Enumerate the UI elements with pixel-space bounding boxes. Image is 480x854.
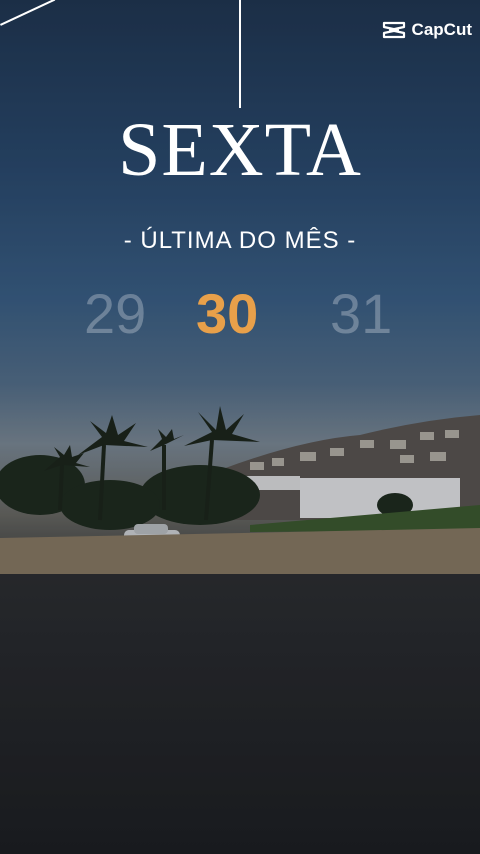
- headline-subtitle: - ÚLTIMA DO MÊS -: [123, 227, 357, 254]
- vertical-divider-line: [239, 0, 241, 108]
- story-canvas: CapCut SEXTA - ÚLTIMA DO MÊS - 29 30 31: [0, 0, 480, 854]
- capcut-logo-text: CapCut: [411, 20, 472, 39]
- capcut-logo-icon: [382, 21, 405, 39]
- date-strip: 29 30 31: [0, 286, 480, 356]
- capcut-logo: CapCut: [382, 20, 472, 40]
- day-current: 30: [196, 282, 259, 345]
- day-next: 31: [330, 282, 393, 345]
- day-previous: 29: [84, 282, 147, 345]
- headline-title: SEXTA: [118, 108, 362, 192]
